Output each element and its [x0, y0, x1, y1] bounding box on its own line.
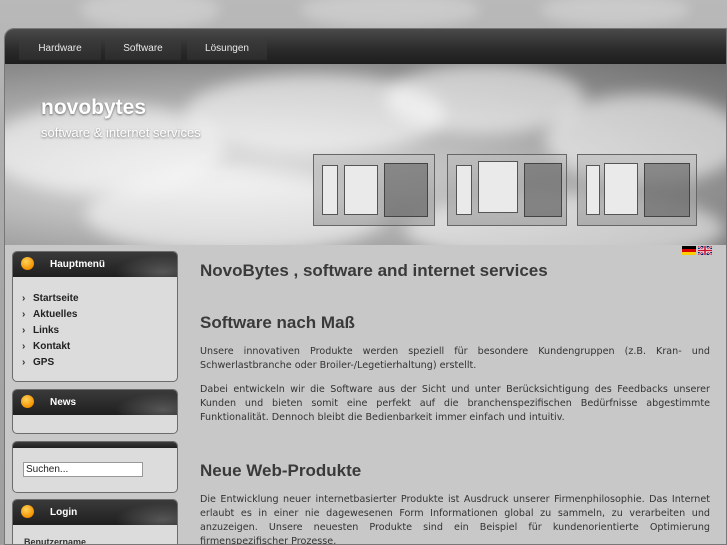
- news-title: News: [50, 397, 77, 408]
- circuit-board-image: [577, 154, 697, 226]
- chevron-right-icon: ›: [22, 357, 26, 368]
- news-module: News: [12, 389, 178, 434]
- swirl-decoration: [107, 252, 177, 277]
- tab-loesungen[interactable]: Lösungen: [187, 38, 267, 60]
- main-menu-module: Hauptmenü › Startseite › Aktuelles › Lin…: [12, 251, 178, 382]
- news-header: News: [13, 390, 177, 415]
- section-heading: Neue Web-Produkte: [200, 461, 362, 480]
- menu-item-label: Kontakt: [33, 341, 71, 352]
- login-module: Login Benutzername: [12, 499, 178, 545]
- tab-software[interactable]: Software: [105, 38, 181, 60]
- section-paragraph: Dabei entwickeln wir die Software aus de…: [200, 384, 710, 423]
- menu-item-label: GPS: [33, 357, 55, 368]
- swirl-decoration: [107, 390, 177, 415]
- menu-item-label: Links: [33, 325, 60, 336]
- language-switcher: [682, 246, 712, 255]
- chevron-right-icon: ›: [22, 325, 26, 336]
- page-title: NovoBytes , software and internet servic…: [200, 261, 548, 280]
- main-menu-title: Hauptmenü: [50, 259, 105, 270]
- english-flag-icon[interactable]: [698, 246, 712, 255]
- chevron-right-icon: ›: [22, 293, 26, 304]
- chevron-right-icon: ›: [22, 341, 26, 352]
- main-menu-header: Hauptmenü: [13, 252, 177, 277]
- site-subtitle: software & internet services: [41, 125, 201, 140]
- menu-item-aktuelles[interactable]: › Aktuelles: [13, 307, 177, 323]
- section-paragraph: Die Entwicklung neuer internetbasierter …: [200, 494, 710, 545]
- german-flag-icon[interactable]: [682, 246, 696, 255]
- circuit-board-image: [447, 154, 567, 226]
- chevron-right-icon: ›: [22, 309, 26, 320]
- menu-item-kontakt[interactable]: › Kontakt: [13, 339, 177, 355]
- circuit-board-image: [313, 154, 435, 226]
- section-heading: Software nach Maß: [200, 313, 355, 332]
- orange-dot-icon: [21, 257, 34, 270]
- orange-dot-icon: [21, 395, 34, 408]
- search-module: Suchen...: [12, 441, 178, 493]
- orange-dot-icon: [21, 505, 34, 518]
- top-navigation: Hardware Software Lösungen: [5, 29, 726, 64]
- menu-item-startseite[interactable]: › Startseite: [13, 291, 177, 307]
- login-title: Login: [50, 507, 78, 518]
- swirl-decoration: [107, 500, 177, 525]
- section-paragraph: Unsere innovativen Produkte werden spezi…: [200, 346, 710, 371]
- login-header: Login: [13, 500, 177, 525]
- menu-item-gps[interactable]: › GPS: [13, 355, 177, 371]
- page-frame: Hardware Software Lösungen novobytes sof…: [4, 28, 727, 545]
- menu-item-label: Startseite: [33, 293, 79, 304]
- main-content: NovoBytes , software and internet servic…: [200, 261, 710, 545]
- menu-item-links[interactable]: › Links: [13, 323, 177, 339]
- site-title: novobytes: [41, 96, 147, 119]
- menu-item-label: Aktuelles: [33, 309, 78, 320]
- search-input[interactable]: Suchen...: [23, 462, 143, 477]
- tab-hardware[interactable]: Hardware: [19, 38, 101, 60]
- header-banner: novobytes software & internet services: [5, 64, 726, 245]
- username-label: Benutzername: [24, 537, 87, 545]
